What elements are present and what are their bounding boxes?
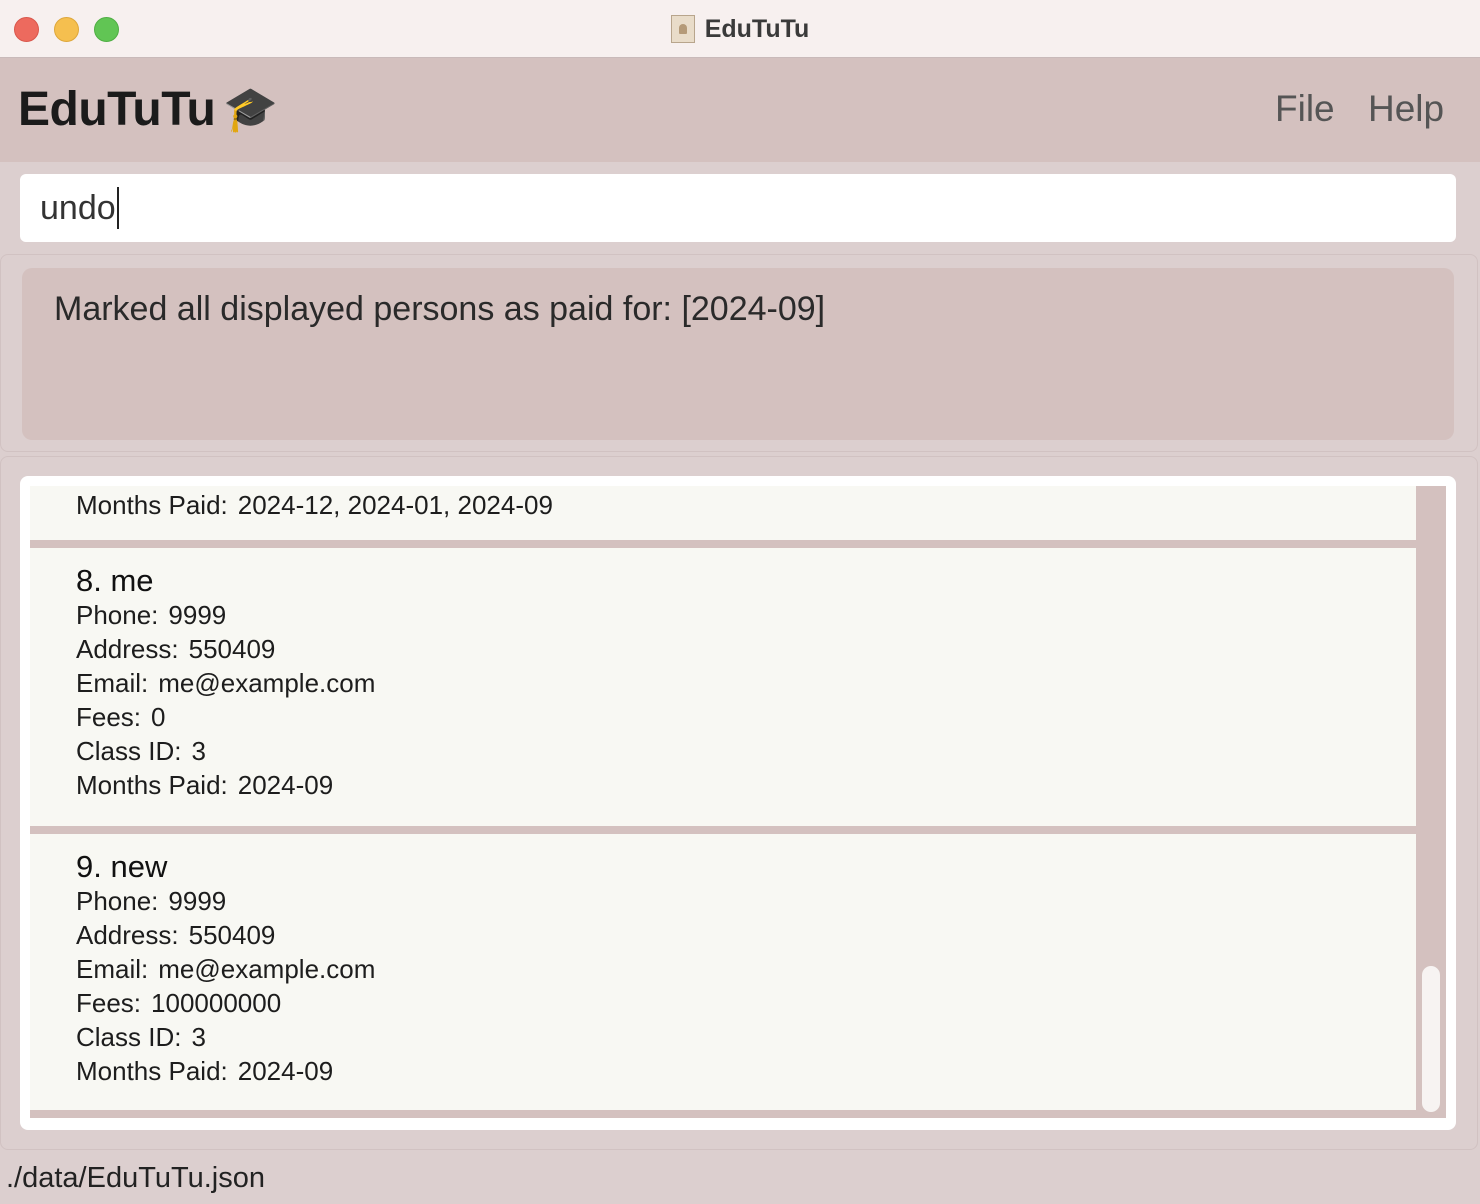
email-label: Email:: [76, 954, 149, 984]
person-card[interactable]: 8. me Phone: 9999 Address: 550409 Email: me…: [30, 548, 1416, 826]
fees-row: Fees: 0: [76, 700, 1416, 734]
months-paid-value: 2024-12, 2024-01, 2024-09: [237, 490, 553, 520]
months-paid-row: Months Paid: 2024-12, 2024-01, 2024-09: [76, 488, 553, 522]
class-id-label: Class ID:: [76, 736, 182, 766]
phone-value: 9999: [168, 886, 227, 916]
phone-label: Phone:: [76, 886, 159, 916]
email-value: me@example.com: [158, 668, 376, 698]
menu-file[interactable]: File: [1275, 88, 1335, 130]
result-display: Marked all displayed persons as paid for…: [22, 268, 1454, 440]
status-file-path: ./data/EduTuTu.json: [6, 1162, 266, 1194]
address-row: Address: 550409: [76, 632, 1416, 666]
class-id-row: Class ID: 3: [76, 1020, 1416, 1054]
months-paid-value: 2024-09: [237, 1056, 334, 1086]
address-label: Address:: [76, 634, 179, 664]
address-label: Address:: [76, 920, 179, 950]
person-card[interactable]: 9. new Phone: 9999 Address: 550409 Email: m…: [30, 834, 1416, 1110]
address-value: 550409: [188, 920, 276, 950]
text-caret: [116, 187, 119, 229]
person-list-scrollbar[interactable]: [1416, 486, 1446, 1118]
result-message: Marked all displayed persons as paid for…: [54, 290, 826, 328]
graduation-cap-icon: 🎓: [223, 84, 278, 134]
person-list[interactable]: Months Paid: 2024-12, 2024-01, 2024-09 8.…: [30, 486, 1416, 1118]
person-list-panel: Months Paid: 2024-12, 2024-01, 2024-09 8.…: [20, 476, 1456, 1130]
phone-label: Phone:: [76, 600, 159, 630]
class-id-value: 3: [191, 1022, 206, 1052]
command-box-container: undo: [0, 162, 1480, 254]
months-paid-row: Months Paid: 2024-09: [76, 768, 1416, 802]
address-value: 550409: [188, 634, 276, 664]
window-title-area: EduTuTu: [0, 0, 1480, 58]
scrollbar-thumb[interactable]: [1422, 966, 1440, 1112]
command-input[interactable]: undo: [20, 174, 1456, 242]
class-id-label: Class ID:: [76, 1022, 182, 1052]
menu-help[interactable]: Help: [1368, 88, 1444, 130]
phone-row: Phone: 9999: [76, 884, 1416, 918]
person-name: 8. me: [76, 563, 154, 598]
fees-label: Fees:: [76, 702, 142, 732]
email-label: Email:: [76, 668, 149, 698]
window-titlebar: EduTuTu: [0, 0, 1480, 58]
email-value: me@example.com: [158, 954, 376, 984]
address-row: Address: 550409: [76, 918, 1416, 952]
months-paid-row: Months Paid: 2024-09: [76, 1054, 1416, 1088]
status-bar: ./data/EduTuTu.json: [0, 1152, 1480, 1198]
phone-value: 9999: [168, 600, 227, 630]
email-row: Email: me@example.com: [76, 952, 1416, 986]
months-paid-label: Months Paid:: [76, 490, 228, 520]
class-id-value: 3: [191, 736, 206, 766]
fees-row: Fees: 100000000: [76, 986, 1416, 1020]
months-paid-label: Months Paid:: [76, 770, 228, 800]
person-name: 9. new: [76, 849, 168, 884]
email-row: Email: me@example.com: [76, 666, 1416, 700]
command-input-value: undo: [40, 188, 116, 227]
menubar: EduTuTu 🎓 File Help: [0, 58, 1480, 162]
fees-value: 0: [151, 702, 166, 732]
phone-row: Phone: 9999: [76, 598, 1416, 632]
fees-value: 100000000: [151, 988, 282, 1018]
brand-label: EduTuTu: [18, 83, 216, 136]
person-card[interactable]: Months Paid: 2024-12, 2024-01, 2024-09: [30, 486, 1416, 540]
class-id-row: Class ID: 3: [76, 734, 1416, 768]
fees-label: Fees:: [76, 988, 142, 1018]
window-title: EduTuTu: [704, 14, 810, 43]
app-brand: EduTuTu 🎓: [18, 82, 278, 137]
months-paid-value: 2024-09: [237, 770, 334, 800]
months-paid-label: Months Paid:: [76, 1056, 228, 1086]
app-document-icon: [670, 15, 695, 43]
